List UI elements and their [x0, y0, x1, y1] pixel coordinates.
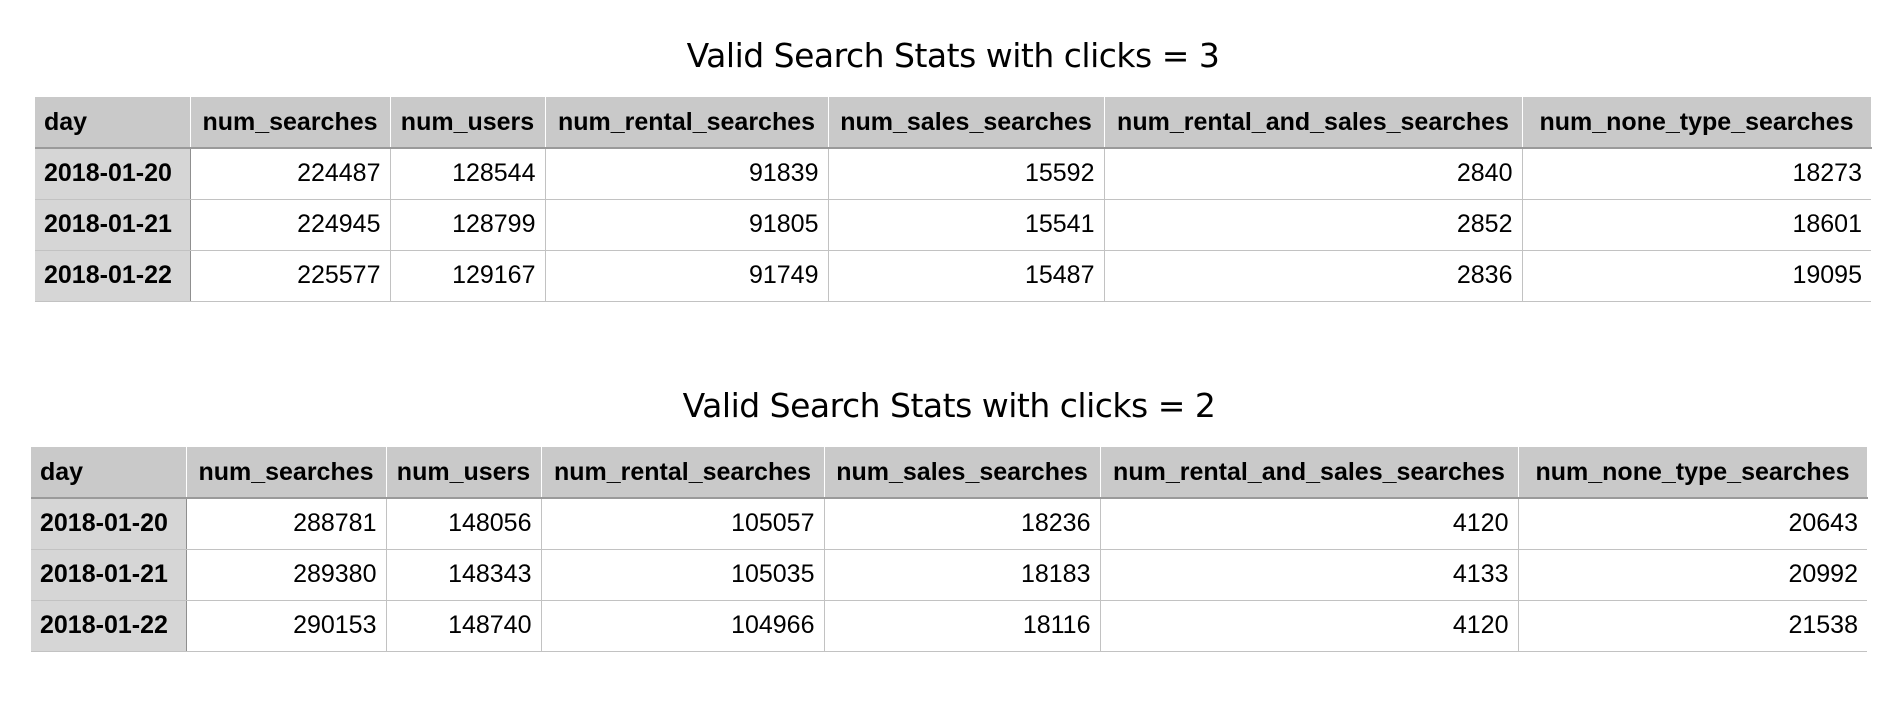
row-header-day: 2018-01-22: [31, 600, 187, 652]
table-row: 2018-01-21 224945 128799 91805 15541 285…: [35, 199, 1871, 251]
table-cell: 2852: [1104, 199, 1523, 251]
table-cell: 20643: [1518, 498, 1867, 550]
table-cell: 290153: [186, 600, 387, 652]
table-cell: 148740: [386, 600, 542, 652]
table-cell: 288781: [186, 498, 387, 550]
table-cell: 224487: [190, 148, 391, 200]
table-cell: 15592: [828, 148, 1105, 200]
column-header: num_searches: [186, 447, 387, 499]
header-row: day num_searches num_users num_rental_se…: [31, 447, 1868, 499]
column-header: num_users: [390, 97, 546, 149]
table-cell: 18601: [1522, 199, 1871, 251]
row-header-day: 2018-01-22: [35, 250, 191, 302]
table-cell: 15487: [828, 250, 1105, 302]
table-cell: 91749: [545, 250, 829, 302]
table-title: Valid Search Stats with clicks = 3: [686, 36, 1220, 75]
table-cell: 105057: [541, 498, 825, 550]
table-row: 2018-01-21 289380 148343 105035 18183 41…: [31, 549, 1867, 601]
table-cell: 128544: [390, 148, 546, 200]
table-cell: 18273: [1522, 148, 1871, 200]
header-row: day num_searches num_users num_rental_se…: [35, 97, 1872, 149]
row-header-day: 2018-01-21: [31, 549, 187, 601]
table-cell: 224945: [190, 199, 391, 251]
table-row: 2018-01-22 225577 129167 91749 15487 283…: [35, 250, 1871, 302]
table-cell: 21538: [1518, 600, 1867, 652]
column-header: num_sales_searches: [824, 447, 1101, 499]
row-header-day: 2018-01-21: [35, 199, 191, 251]
table-cell: 91839: [545, 148, 829, 200]
table-cell: 91805: [545, 199, 829, 251]
column-header: num_rental_searches: [541, 447, 825, 499]
table-cell: 105035: [541, 549, 825, 601]
table-cell: 129167: [390, 250, 546, 302]
table-cell: 2836: [1104, 250, 1523, 302]
table-cell: 18236: [824, 498, 1101, 550]
table-cell: 148056: [386, 498, 542, 550]
table-cell: 2840: [1104, 148, 1523, 200]
column-header: num_rental_searches: [545, 97, 829, 149]
table-row: 2018-01-20 224487 128544 91839 15592 284…: [35, 148, 1871, 200]
table-row: 2018-01-22 290153 148740 104966 18116 41…: [31, 600, 1867, 652]
table-cell: 4133: [1100, 549, 1519, 601]
column-header: num_none_type_searches: [1518, 447, 1868, 499]
table-cell: 4120: [1100, 600, 1519, 652]
row-header-day: 2018-01-20: [31, 498, 187, 550]
table-cell: 289380: [186, 549, 387, 601]
table-cell: 4120: [1100, 498, 1519, 550]
table-cell: 225577: [190, 250, 391, 302]
table-cell: 148343: [386, 549, 542, 601]
column-header: num_users: [386, 447, 542, 499]
column-header: num_none_type_searches: [1522, 97, 1872, 149]
table-title: Valid Search Stats with clicks = 2: [682, 386, 1216, 425]
row-header-day: 2018-01-20: [35, 148, 191, 200]
column-header: num_rental_and_sales_searches: [1104, 97, 1523, 149]
column-header: day: [35, 97, 191, 149]
table-row: 2018-01-20 288781 148056 105057 18236 41…: [31, 498, 1867, 550]
column-header: num_rental_and_sales_searches: [1100, 447, 1519, 499]
table-cell: 20992: [1518, 549, 1867, 601]
column-header: num_sales_searches: [828, 97, 1105, 149]
table-cell: 19095: [1522, 250, 1871, 302]
table-cell: 128799: [390, 199, 546, 251]
stats-table-clicks-3: day num_searches num_users num_rental_se…: [35, 97, 1872, 302]
column-header: day: [31, 447, 187, 499]
table-cell: 15541: [828, 199, 1105, 251]
table-cell: 104966: [541, 600, 825, 652]
table-cell: 18183: [824, 549, 1101, 601]
column-header: num_searches: [190, 97, 391, 149]
stats-table-clicks-2: day num_searches num_users num_rental_se…: [31, 447, 1868, 652]
table-cell: 18116: [824, 600, 1101, 652]
